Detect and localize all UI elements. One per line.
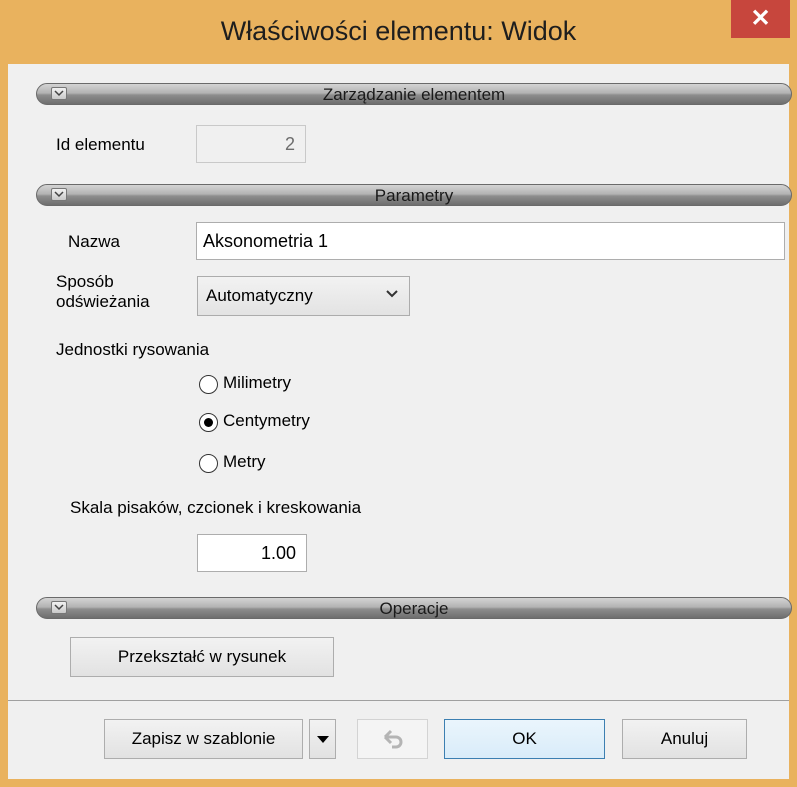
close-icon: ✕ xyxy=(750,5,771,32)
units-label: Jednostki rysowania xyxy=(56,340,210,359)
undo-button[interactable] xyxy=(357,719,428,759)
radio-label: Metry xyxy=(223,452,266,471)
radio-button[interactable] xyxy=(199,454,218,473)
section-header-parameters[interactable]: Parametry xyxy=(36,184,792,206)
section-title: Operacje xyxy=(379,599,449,618)
refresh-mode-value: Automatyczny xyxy=(206,286,313,305)
refresh-label-line2: odświeżania xyxy=(56,292,150,311)
scale-input[interactable]: 1.00 xyxy=(197,534,307,572)
dialog-body: Zarządzanie elementem Id elementu 2 Para… xyxy=(8,64,792,779)
radio-label: Milimetry xyxy=(223,373,291,392)
radio-button[interactable] xyxy=(199,413,218,432)
title-bar[interactable]: Właściwości elementu: Widok ✕ xyxy=(0,0,797,64)
save-template-dropdown-button[interactable] xyxy=(309,719,336,759)
name-label: Nazwa xyxy=(68,232,120,251)
convert-to-drawing-button[interactable]: Przekształć w rysunek xyxy=(70,637,334,677)
id-field: 2 xyxy=(196,125,306,163)
section-title: Parametry xyxy=(374,186,454,205)
triangle-down-icon xyxy=(317,736,329,743)
ok-button[interactable]: OK xyxy=(444,719,605,759)
refresh-label-line1: Sposób xyxy=(56,272,114,291)
radio-button[interactable] xyxy=(199,375,218,394)
scale-label: Skala pisaków, czcionek i kreskowania xyxy=(70,498,362,517)
close-button[interactable]: ✕ xyxy=(731,0,790,38)
section-header-operations[interactable]: Operacje xyxy=(36,597,792,619)
section-title: Zarządzanie elementem xyxy=(322,85,506,104)
dialog-window: Właściwości elementu: Widok ✕ Zarządzani… xyxy=(0,0,797,787)
name-input[interactable]: Aksonometria 1 xyxy=(196,222,785,260)
save-template-button[interactable]: Zapisz w szablonie xyxy=(104,719,303,759)
cancel-button[interactable]: Anuluj xyxy=(622,719,747,759)
refresh-mode-select[interactable]: Automatyczny xyxy=(197,276,410,316)
undo-icon xyxy=(383,729,403,749)
chevron-down-icon xyxy=(386,290,398,298)
dialog-title: Właściwości elementu: Widok xyxy=(220,16,577,46)
section-header-management[interactable]: Zarządzanie elementem xyxy=(36,83,792,105)
footer-separator xyxy=(8,700,789,701)
id-label: Id elementu xyxy=(56,135,145,154)
refresh-label: Sposób odświeżania xyxy=(56,272,150,312)
radio-label: Centymetry xyxy=(223,411,310,430)
radio-selected-dot xyxy=(204,418,213,427)
